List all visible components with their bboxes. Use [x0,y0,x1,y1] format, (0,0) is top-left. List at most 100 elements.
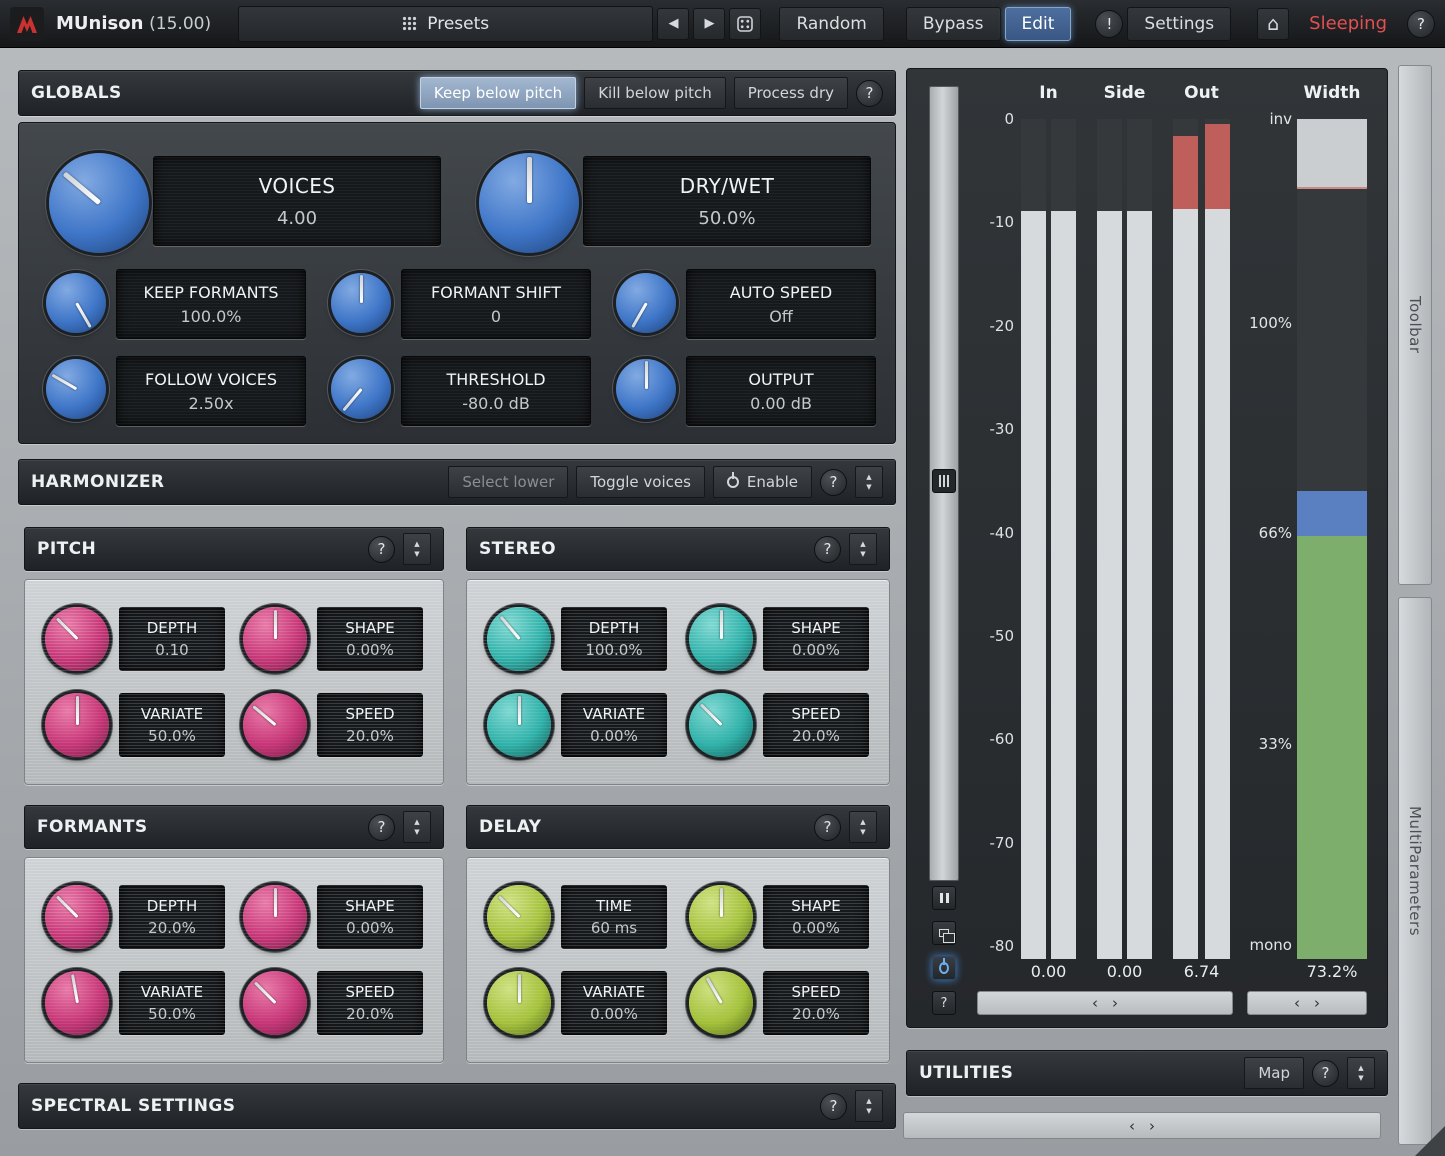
kill-below-pitch-button[interactable]: Kill below pitch [584,77,726,109]
settings-button[interactable]: Settings [1127,7,1231,41]
utilities-help-icon[interactable]: ? [1312,1060,1339,1087]
delay-speed-display[interactable]: SPEED20.0% [763,971,869,1035]
pitch-collapse-button[interactable]: ▲▼ [403,533,431,565]
pitch-shape-knob[interactable] [243,607,307,671]
stereo-help-icon[interactable]: ? [814,536,841,563]
pitch-depth-display[interactable]: DEPTH0.10 [119,607,225,671]
width-zoom-scrollbar[interactable]: ‹› [1247,991,1367,1015]
pitch-variate-display[interactable]: VARIATE50.0% [119,693,225,757]
next-preset-button[interactable]: ▶ [693,8,725,40]
pitch-help-icon[interactable]: ? [368,536,395,563]
formants-variate-knob[interactable] [45,971,109,1035]
globals-help-icon[interactable]: ? [856,80,883,107]
formants-variate-display[interactable]: VARIATE50.0% [119,971,225,1035]
process-dry-button[interactable]: Process dry [734,77,848,109]
presets-button[interactable]: Presets [238,6,653,42]
meter-columns-icon[interactable] [932,469,956,493]
pitch-speed-knob[interactable] [243,693,307,757]
spectral-help-icon[interactable]: ? [820,1093,847,1120]
formants-shape-knob[interactable] [243,885,307,949]
meter-power-button[interactable] [932,956,956,980]
stereo-depth-knob[interactable] [487,607,551,671]
harmonizer-help-icon[interactable]: ? [820,469,847,496]
side-readout: 0.00 [1097,962,1152,981]
delay-variate-knob[interactable] [487,971,551,1035]
pitch-depth-knob[interactable] [45,607,109,671]
output-display[interactable]: OUTPUT0.00 dB [686,356,876,426]
voices-display[interactable]: VOICES4.00 [153,156,441,246]
threshold-display[interactable]: THRESHOLD-80.0 dB [401,356,591,426]
edit-button[interactable]: Edit [1005,7,1072,41]
multiparameters-strip[interactable]: MultiParameters [1398,597,1432,1145]
delay-collapse-button[interactable]: ▲▼ [849,811,877,843]
help-icon[interactable]: ? [1407,10,1435,38]
drywet-display[interactable]: DRY/WET50.0% [583,156,871,246]
multiparameters-strip-label: MultiParameters [1406,806,1424,936]
pause-button[interactable] [932,886,956,910]
pitch-variate-knob[interactable] [45,693,109,757]
follow-voices-knob[interactable] [46,359,106,419]
map-button[interactable]: Map [1244,1057,1304,1089]
keep-formants-display[interactable]: KEEP FORMANTS100.0% [116,269,306,339]
drywet-knob[interactable] [479,153,579,253]
width-label-100: 100% [1202,314,1292,332]
utilities-collapse-button[interactable]: ▲▼ [1347,1057,1375,1089]
keep-formants-knob[interactable] [46,273,106,333]
stereo-speed-knob[interactable] [689,693,753,757]
delay-help-icon[interactable]: ? [814,814,841,841]
bypass-button[interactable]: Bypass [906,7,1001,41]
sleeping-status[interactable]: Sleeping [1309,13,1387,34]
popout-icon[interactable] [932,921,956,945]
delay-shape-knob[interactable] [689,885,753,949]
output-knob[interactable] [616,359,676,419]
dice-icon[interactable] [729,8,761,40]
previous-preset-button[interactable]: ◀ [657,8,689,40]
stereo-shape-display[interactable]: SHAPE0.00% [763,607,869,671]
toolbar-strip[interactable]: Toolbar [1398,65,1432,585]
keep-below-pitch-button[interactable]: Keep below pitch [420,77,576,109]
formants-depth-knob[interactable] [45,885,109,949]
stereo-depth-display[interactable]: DEPTH100.0% [561,607,667,671]
random-button[interactable]: Random [779,7,883,41]
spectral-collapse-button[interactable]: ▲▼ [855,1090,883,1122]
formants-speed-display[interactable]: SPEED20.0% [317,971,423,1035]
harmonizer-collapse-button[interactable]: ▲▼ [855,466,883,498]
resize-grip[interactable] [1415,1126,1445,1156]
melda-logo-icon[interactable] [10,7,44,41]
delay-shape-display[interactable]: SHAPE0.00% [763,885,869,949]
delay-speed-knob[interactable] [689,971,753,1035]
voices-knob[interactable] [49,153,149,253]
formants-help-icon[interactable]: ? [368,814,395,841]
formants-depth-display[interactable]: DEPTH20.0% [119,885,225,949]
stereo-variate-display[interactable]: VARIATE0.00% [561,693,667,757]
meter-column-width: Width [1292,83,1372,103]
meter-help-icon[interactable]: ? [932,991,956,1015]
pitch-shape-display[interactable]: SHAPE0.00% [317,607,423,671]
formants-speed-knob[interactable] [243,971,307,1035]
formant-shift-display[interactable]: FORMANT SHIFT0 [401,269,591,339]
follow-voices-display[interactable]: FOLLOW VOICES2.50x [116,356,306,426]
threshold-knob[interactable] [331,359,391,419]
stereo-shape-knob[interactable] [689,607,753,671]
warning-icon[interactable]: ! [1095,10,1123,38]
auto-speed-display[interactable]: AUTO SPEEDOff [686,269,876,339]
pitch-speed-display[interactable]: SPEED20.0% [317,693,423,757]
meter-zoom-scrollbar[interactable]: ‹› [977,991,1233,1015]
delay-time-display[interactable]: TIME60 ms [561,885,667,949]
home-icon[interactable]: ⌂ [1257,8,1289,40]
formants-collapse-button[interactable]: ▲▼ [403,811,431,843]
toggle-voices-button[interactable]: Toggle voices [576,466,705,498]
formant-shift-knob[interactable] [331,273,391,333]
utilities-header: UTILITIES Map ? ▲▼ [906,1050,1388,1096]
stereo-variate-knob[interactable] [487,693,551,757]
stereo-speed-display[interactable]: SPEED20.0% [763,693,869,757]
formants-shape-display[interactable]: SHAPE0.00% [317,885,423,949]
auto-speed-knob[interactable] [616,273,676,333]
delay-variate-display[interactable]: VARIATE0.00% [561,971,667,1035]
select-lower-button[interactable]: Select lower [448,466,568,498]
bottom-scrollbar[interactable]: ‹› [903,1112,1381,1139]
stereo-collapse-button[interactable]: ▲▼ [849,533,877,565]
delay-time-knob[interactable] [487,885,551,949]
harmonizer-enable-button[interactable]: Enable [713,466,812,498]
spectral-settings-header: SPECTRAL SETTINGS ? ▲▼ [18,1083,896,1129]
